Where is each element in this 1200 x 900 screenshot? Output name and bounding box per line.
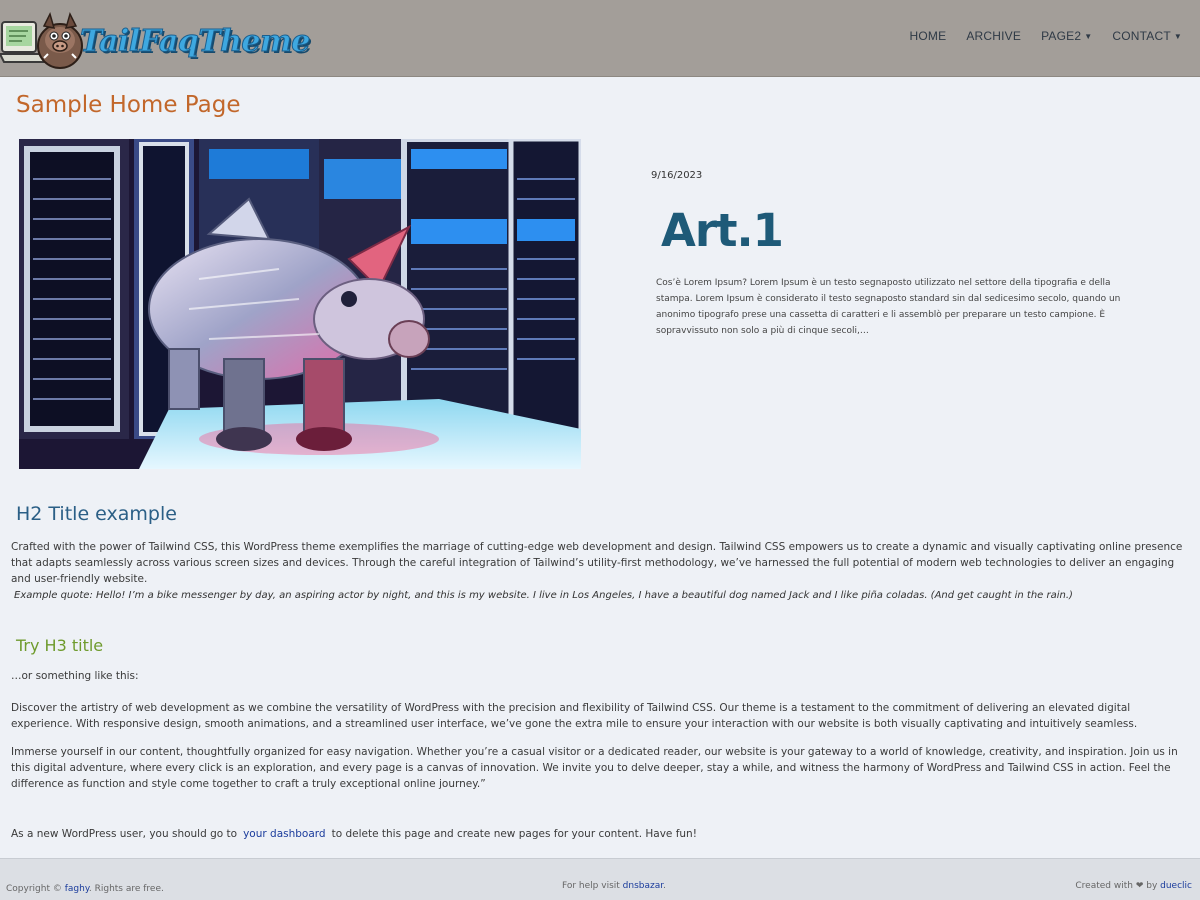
dueclic-link[interactable]: dueclic [1160, 881, 1192, 891]
nav-item-page2[interactable]: PAGE2 ▼ [1041, 29, 1092, 43]
nav-item-label: PAGE2 [1041, 29, 1082, 43]
dashboard-link[interactable]: your dashboard [237, 828, 332, 840]
site-logo[interactable]: TailFaqTheme [0, 4, 311, 74]
post-date: 9/16/2023 [651, 170, 703, 181]
immerse-paragraph: Immerse yourself in our content, thought… [11, 746, 1178, 790]
nav-item-label: CONTACT [1112, 29, 1171, 43]
logo-text: TailFaqTheme [80, 23, 311, 59]
chevron-down-icon: ▼ [1084, 31, 1093, 41]
footer-help: For help visit dnsbazar. [562, 881, 666, 891]
nav-item-contact[interactable]: CONTACT ▼ [1112, 29, 1182, 43]
or-paragraph: …or something like this: [11, 670, 139, 682]
faghy-link[interactable]: faghy [65, 884, 89, 894]
post-excerpt: Cos’è Lorem Ipsum? Lorem Ipsum è un test… [656, 278, 1121, 336]
copyright-suffix: . Rights are free. [88, 884, 164, 894]
footer-copyright: Copyright © faghy. Rights are free. [6, 884, 164, 894]
help-suffix: . [663, 881, 666, 891]
post-title[interactable]: Art.1 [661, 204, 784, 257]
dnsbazar-link[interactable]: dnsbazar [623, 881, 663, 891]
dashboard-text-after: to delete this page and create new pages… [331, 828, 697, 840]
credits-prefix: Created with ❤ by [1075, 881, 1158, 891]
site-footer: Copyright © faghy. Rights are free. For … [0, 858, 1200, 900]
nav-item-archive[interactable]: ARCHIVE [966, 29, 1021, 43]
help-prefix: For help visit [562, 881, 620, 891]
site-header: TailFaqTheme HOME ARCHIVE PAGE2 ▼ CONTAC… [0, 0, 1200, 77]
nav-item-home[interactable]: HOME [910, 29, 947, 43]
nav-item-label: HOME [909, 29, 947, 43]
artistry-paragraph: Discover the artistry of web development… [11, 702, 1138, 730]
pig-mascot-icon [0, 6, 86, 72]
dashboard-paragraph: As a new WordPress user, you should go t… [11, 826, 1191, 842]
post-featured-image[interactable] [19, 139, 581, 469]
h2-title: H2 Title example [16, 503, 177, 525]
intro-paragraph: Crafted with the power of Tailwind CSS, … [11, 541, 1183, 585]
dashboard-text-before: As a new WordPress user, you should go t… [11, 828, 238, 840]
chevron-down-icon: ▼ [1173, 31, 1182, 41]
nav-item-label: ARCHIVE [966, 29, 1022, 43]
example-quote: Example quote: Hello! I’m a bike messeng… [14, 590, 1073, 601]
main-nav: HOME ARCHIVE PAGE2 ▼ CONTACT ▼ [910, 29, 1182, 43]
copyright-prefix: Copyright © [6, 884, 62, 894]
footer-credits: Created with ❤ by dueclic [1075, 881, 1192, 891]
h3-title: Try H3 title [16, 636, 104, 655]
page-title: Sample Home Page [16, 92, 241, 118]
